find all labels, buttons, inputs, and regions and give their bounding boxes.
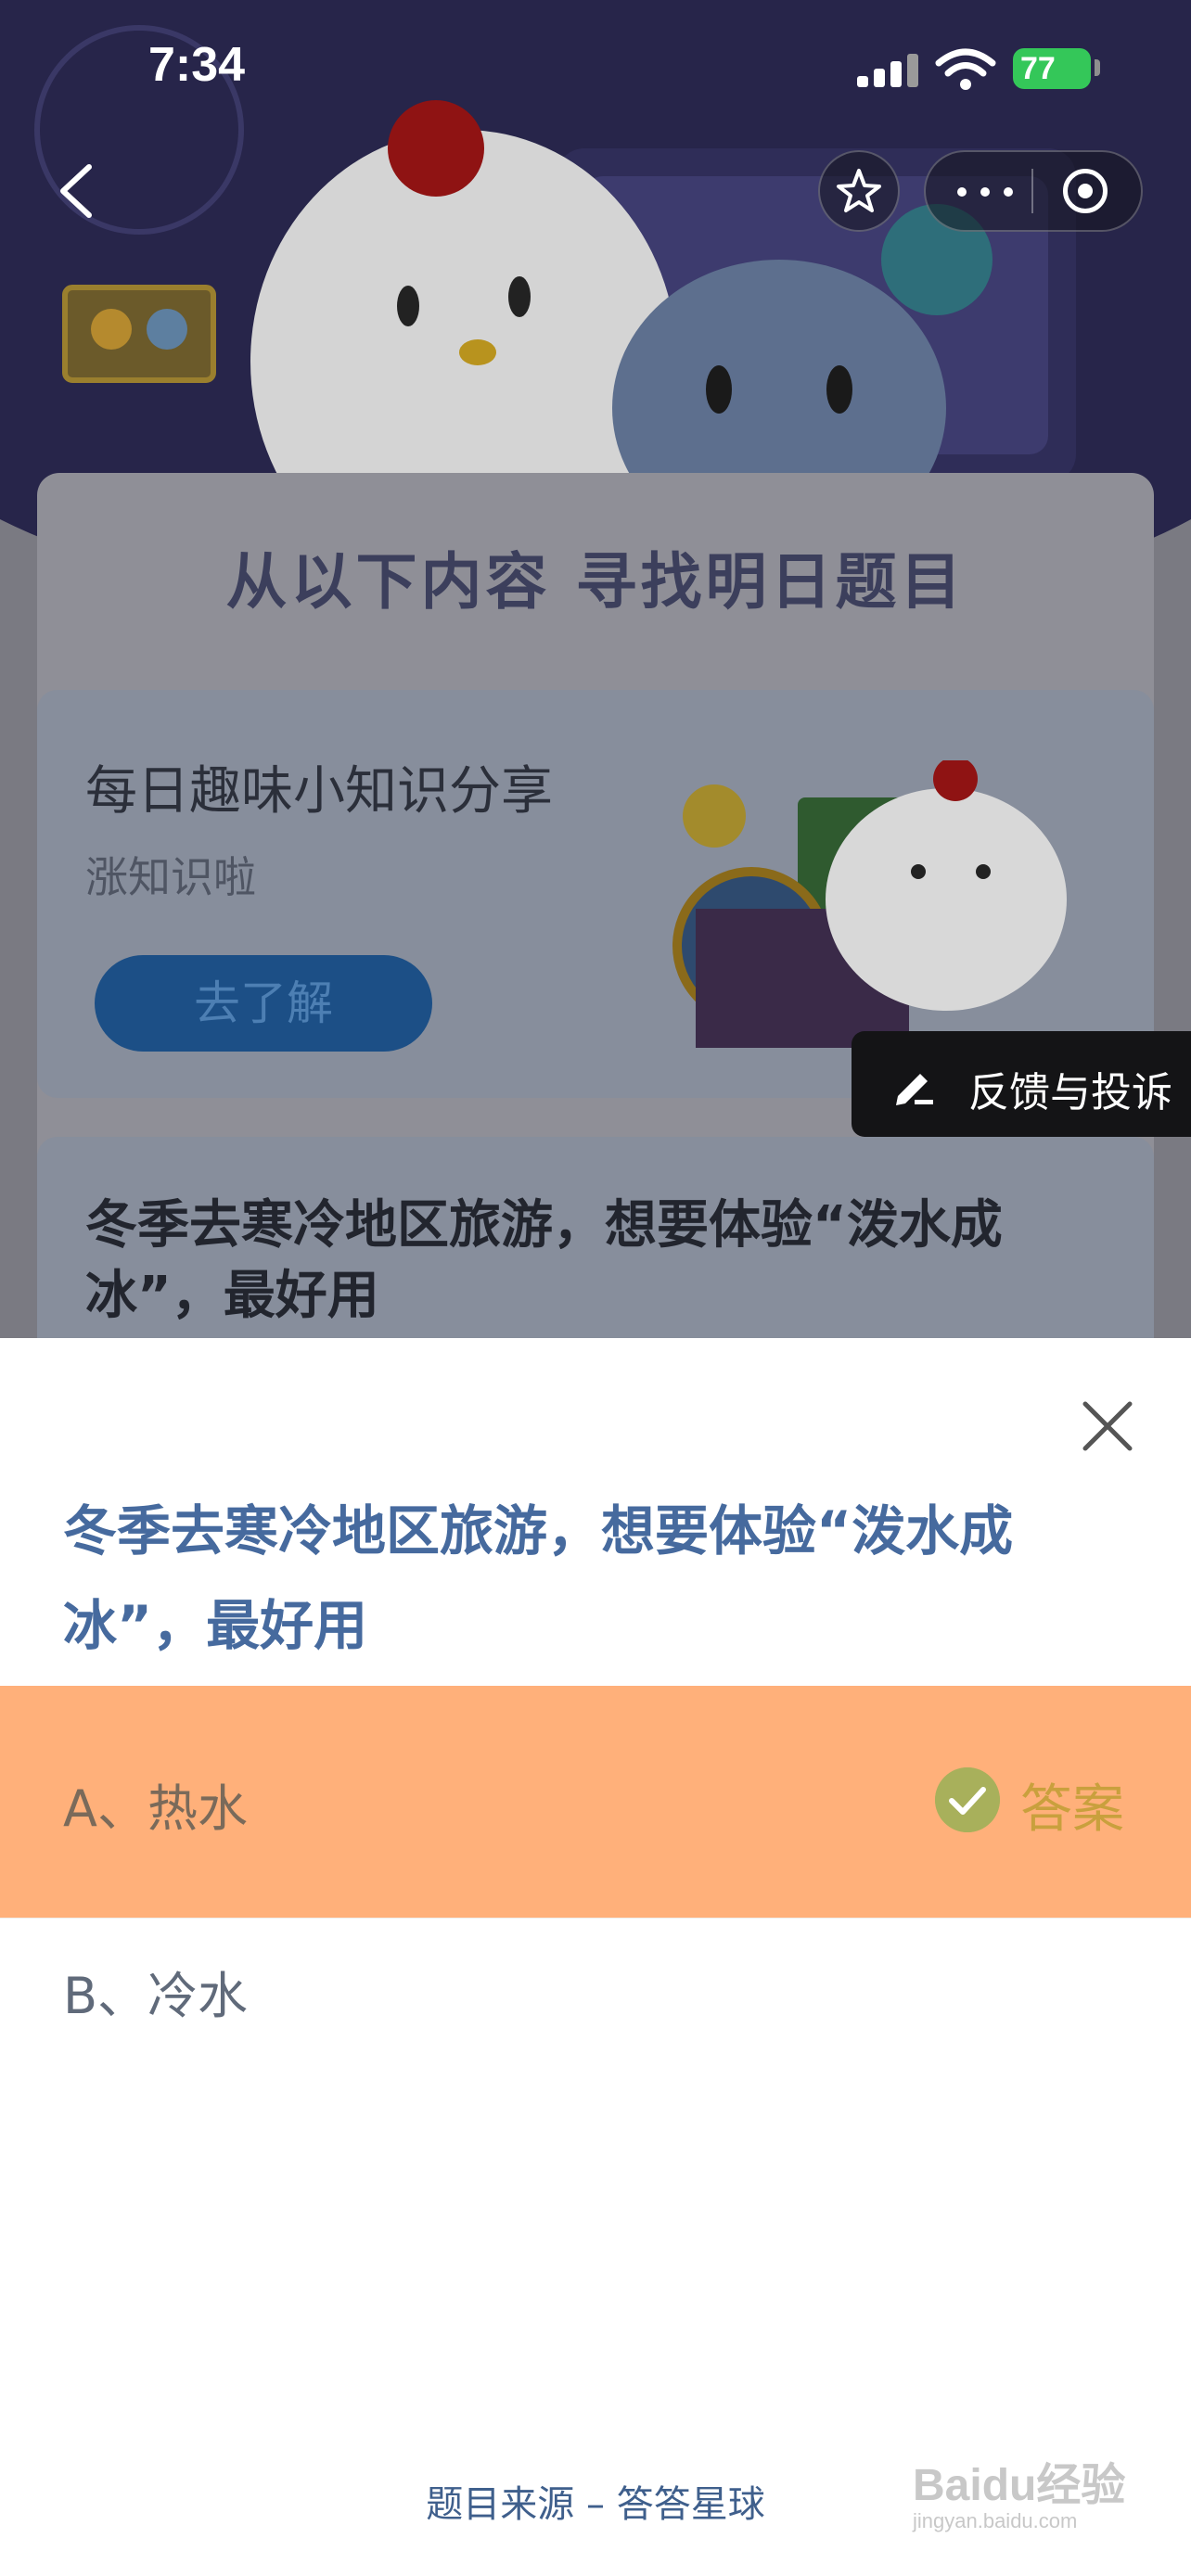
knowledge-card-subtitle: 涨知识啦 — [85, 852, 256, 902]
battery-level: 77 — [1020, 51, 1056, 86]
chick-illustration — [672, 760, 1067, 1048]
watermark-brand: Baidu经验 — [913, 2461, 1126, 2510]
back-arrow-icon[interactable] — [52, 163, 104, 219]
sheet-question: 冬季去寒冷地区旅游，想要体验“泼水成冰”，最好用 — [63, 1499, 1014, 1657]
more-icon[interactable] — [957, 187, 1013, 197]
question-card-title: 冬季去寒冷地区旅游，想要体验“泼水成冰”，最好用 — [85, 1195, 1003, 1326]
learn-more-button[interactable]: 去了解 — [95, 955, 432, 1052]
wifi-icon — [935, 48, 996, 90]
favorite-button[interactable] — [818, 150, 900, 232]
option-a-label: A、热水 — [63, 1779, 248, 1838]
edit-icon — [896, 1074, 933, 1105]
answer-badge: 答案 — [1020, 1779, 1124, 1840]
status-time: 7:34 — [148, 38, 246, 92]
battery-tip — [1095, 59, 1100, 76]
cellular-signal-icon — [857, 54, 918, 87]
baidu-watermark: Baidu经验 jingyan.baidu.com — [913, 2448, 1154, 2541]
feedback-label: 反馈与投诉 — [968, 1069, 1172, 1116]
close-miniprogram-icon[interactable] — [1063, 169, 1108, 213]
capsule-divider — [1031, 169, 1033, 213]
star-icon — [837, 169, 881, 212]
check-icon — [935, 1767, 1000, 1832]
panel-title: 从以下内容 寻找明日题目 — [225, 546, 966, 618]
battery-icon: 77 — [1013, 48, 1091, 89]
knowledge-card-title: 每日趣味小知识分享 — [85, 761, 553, 822]
status-bar: 7:34 77 — [0, 0, 1191, 139]
feedback-button[interactable]: 反馈与投诉 — [852, 1031, 1191, 1137]
close-icon[interactable] — [1078, 1396, 1137, 1456]
option-b-label: B、冷水 — [63, 1967, 249, 2025]
watermark-url: jingyan.baidu.com — [913, 2509, 1078, 2532]
